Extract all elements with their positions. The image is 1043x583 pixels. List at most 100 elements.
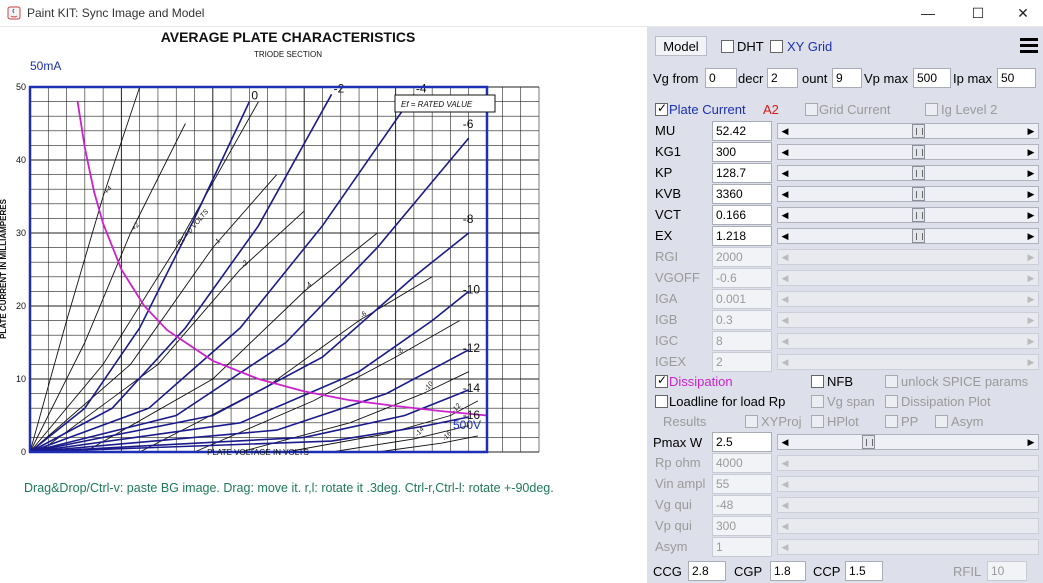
result-input[interactable] xyxy=(712,516,772,536)
plate-characteristics-chart[interactable]: AVERAGE PLATE CHARACTERISTICS TRIODE SEC… xyxy=(0,27,647,457)
dht-checkbox[interactable] xyxy=(721,40,734,53)
slider-left-arrow-icon[interactable]: ◀ xyxy=(778,271,792,285)
slider-right-arrow-icon[interactable]: ▶ xyxy=(1024,334,1038,348)
param-input[interactable] xyxy=(712,247,772,267)
ig-level2-checkbox[interactable] xyxy=(925,103,938,116)
result-input[interactable] xyxy=(712,537,772,557)
slider-left-arrow-icon[interactable]: ◀ xyxy=(778,292,792,306)
slider-right-arrow-icon[interactable]: ▶ xyxy=(1024,145,1038,159)
slider-left-arrow-icon[interactable]: ◀ xyxy=(778,519,792,533)
count-input[interactable] xyxy=(832,68,862,88)
slider-left-arrow-icon[interactable]: ◀ xyxy=(778,355,792,369)
slider-thumb[interactable] xyxy=(862,435,875,449)
slider-left-arrow-icon[interactable]: ◀ xyxy=(778,313,792,327)
result-slider[interactable]: ◀ xyxy=(777,476,1039,492)
param-input[interactable] xyxy=(712,205,772,225)
slider-left-arrow-icon[interactable]: ◀ xyxy=(778,540,792,554)
param-input[interactable] xyxy=(712,163,772,183)
slider-right-arrow-icon[interactable]: ▶ xyxy=(1024,229,1038,243)
slider-right-arrow-icon[interactable]: ▶ xyxy=(1024,166,1038,180)
slider-left-arrow-icon[interactable]: ◀ xyxy=(778,334,792,348)
drawing-canvas[interactable]: AVERAGE PLATE CHARACTERISTICS TRIODE SEC… xyxy=(0,27,647,583)
plate-current-checkbox[interactable] xyxy=(655,101,668,116)
slider-thumb[interactable] xyxy=(912,229,925,243)
result-input[interactable] xyxy=(712,474,772,494)
slider-right-arrow-icon[interactable]: ▶ xyxy=(1024,355,1038,369)
nfb-checkbox[interactable] xyxy=(811,375,824,388)
slider-right-arrow-icon[interactable]: ▶ xyxy=(1024,313,1038,327)
ip-max-input[interactable] xyxy=(997,68,1036,88)
unlock-spice-checkbox[interactable] xyxy=(885,375,898,388)
param-slider[interactable]: ◀ ▶ xyxy=(777,228,1039,244)
param-slider[interactable]: ◀ ▶ xyxy=(777,207,1039,223)
hamburger-icon[interactable] xyxy=(1020,38,1038,54)
vg-from-input[interactable] xyxy=(705,68,737,88)
slider-left-arrow-icon[interactable]: ◀ xyxy=(778,124,792,138)
param-slider[interactable]: ◀ ▶ xyxy=(777,270,1039,286)
param-input[interactable] xyxy=(712,121,772,141)
param-input[interactable] xyxy=(712,289,772,309)
pmax-slider[interactable]: ◀ ▶ xyxy=(777,434,1039,450)
model-button[interactable]: Model xyxy=(655,36,707,56)
slider-left-arrow-icon[interactable]: ◀ xyxy=(778,145,792,159)
pp-checkbox[interactable] xyxy=(885,415,898,428)
slider-left-arrow-icon[interactable]: ◀ xyxy=(778,229,792,243)
slider-thumb[interactable] xyxy=(912,124,925,138)
pmax-input[interactable] xyxy=(712,432,772,452)
param-input[interactable] xyxy=(712,142,772,162)
maximize-icon[interactable]: ☐ xyxy=(955,0,1001,26)
slider-right-arrow-icon[interactable]: ▶ xyxy=(1024,124,1038,138)
result-slider[interactable]: ◀ xyxy=(777,455,1039,471)
param-slider[interactable]: ◀ ▶ xyxy=(777,312,1039,328)
result-input[interactable] xyxy=(712,453,772,473)
hplot-checkbox[interactable] xyxy=(811,415,824,428)
minimize-icon[interactable]: — xyxy=(905,0,951,26)
vg-span-checkbox[interactable] xyxy=(811,395,824,408)
slider-left-arrow-icon[interactable]: ◀ xyxy=(778,456,792,470)
result-slider[interactable]: ◀ xyxy=(777,518,1039,534)
result-input[interactable] xyxy=(712,495,772,515)
slider-left-arrow-icon[interactable]: ◀ xyxy=(778,498,792,512)
close-icon[interactable]: ✕ xyxy=(1000,0,1043,26)
slider-thumb[interactable] xyxy=(912,208,925,222)
vp-max-input[interactable] xyxy=(913,68,951,88)
slider-left-arrow-icon[interactable]: ◀ xyxy=(778,435,792,449)
param-slider[interactable]: ◀ ▶ xyxy=(777,165,1039,181)
slider-left-arrow-icon[interactable]: ◀ xyxy=(778,187,792,201)
slider-left-arrow-icon[interactable]: ◀ xyxy=(778,477,792,491)
asym-checkbox[interactable] xyxy=(935,415,948,428)
slider-thumb[interactable] xyxy=(912,145,925,159)
param-slider[interactable]: ◀ ▶ xyxy=(777,333,1039,349)
rfil-input[interactable] xyxy=(987,561,1027,581)
result-slider[interactable]: ◀ xyxy=(777,539,1039,555)
cgp-input[interactable] xyxy=(770,561,806,581)
dissipation-checkbox[interactable] xyxy=(655,373,668,388)
param-input[interactable] xyxy=(712,226,772,246)
slider-right-arrow-icon[interactable]: ▶ xyxy=(1024,208,1038,222)
slider-thumb[interactable] xyxy=(912,166,925,180)
ccg-input[interactable] xyxy=(688,561,726,581)
ccp-input[interactable] xyxy=(845,561,883,581)
param-input[interactable] xyxy=(712,184,772,204)
param-slider[interactable]: ◀ ▶ xyxy=(777,249,1039,265)
xy-grid-checkbox[interactable] xyxy=(770,40,783,53)
decr-input[interactable] xyxy=(767,68,798,88)
param-slider[interactable]: ◀ ▶ xyxy=(777,354,1039,370)
dissipation-plot-checkbox[interactable] xyxy=(885,395,898,408)
slider-right-arrow-icon[interactable]: ▶ xyxy=(1024,250,1038,264)
grid-current-checkbox[interactable] xyxy=(805,103,818,116)
param-input[interactable] xyxy=(712,331,772,351)
param-slider[interactable]: ◀ ▶ xyxy=(777,291,1039,307)
param-input[interactable] xyxy=(712,352,772,372)
param-input[interactable] xyxy=(712,310,772,330)
slider-right-arrow-icon[interactable]: ▶ xyxy=(1024,435,1038,449)
slider-left-arrow-icon[interactable]: ◀ xyxy=(778,250,792,264)
xyproj-checkbox[interactable] xyxy=(745,415,758,428)
result-slider[interactable]: ◀ xyxy=(777,497,1039,513)
slider-thumb[interactable] xyxy=(912,187,925,201)
slider-right-arrow-icon[interactable]: ▶ xyxy=(1024,187,1038,201)
loadline-checkbox[interactable] xyxy=(655,395,668,408)
param-slider[interactable]: ◀ ▶ xyxy=(777,144,1039,160)
slider-right-arrow-icon[interactable]: ▶ xyxy=(1024,271,1038,285)
param-input[interactable] xyxy=(712,268,772,288)
